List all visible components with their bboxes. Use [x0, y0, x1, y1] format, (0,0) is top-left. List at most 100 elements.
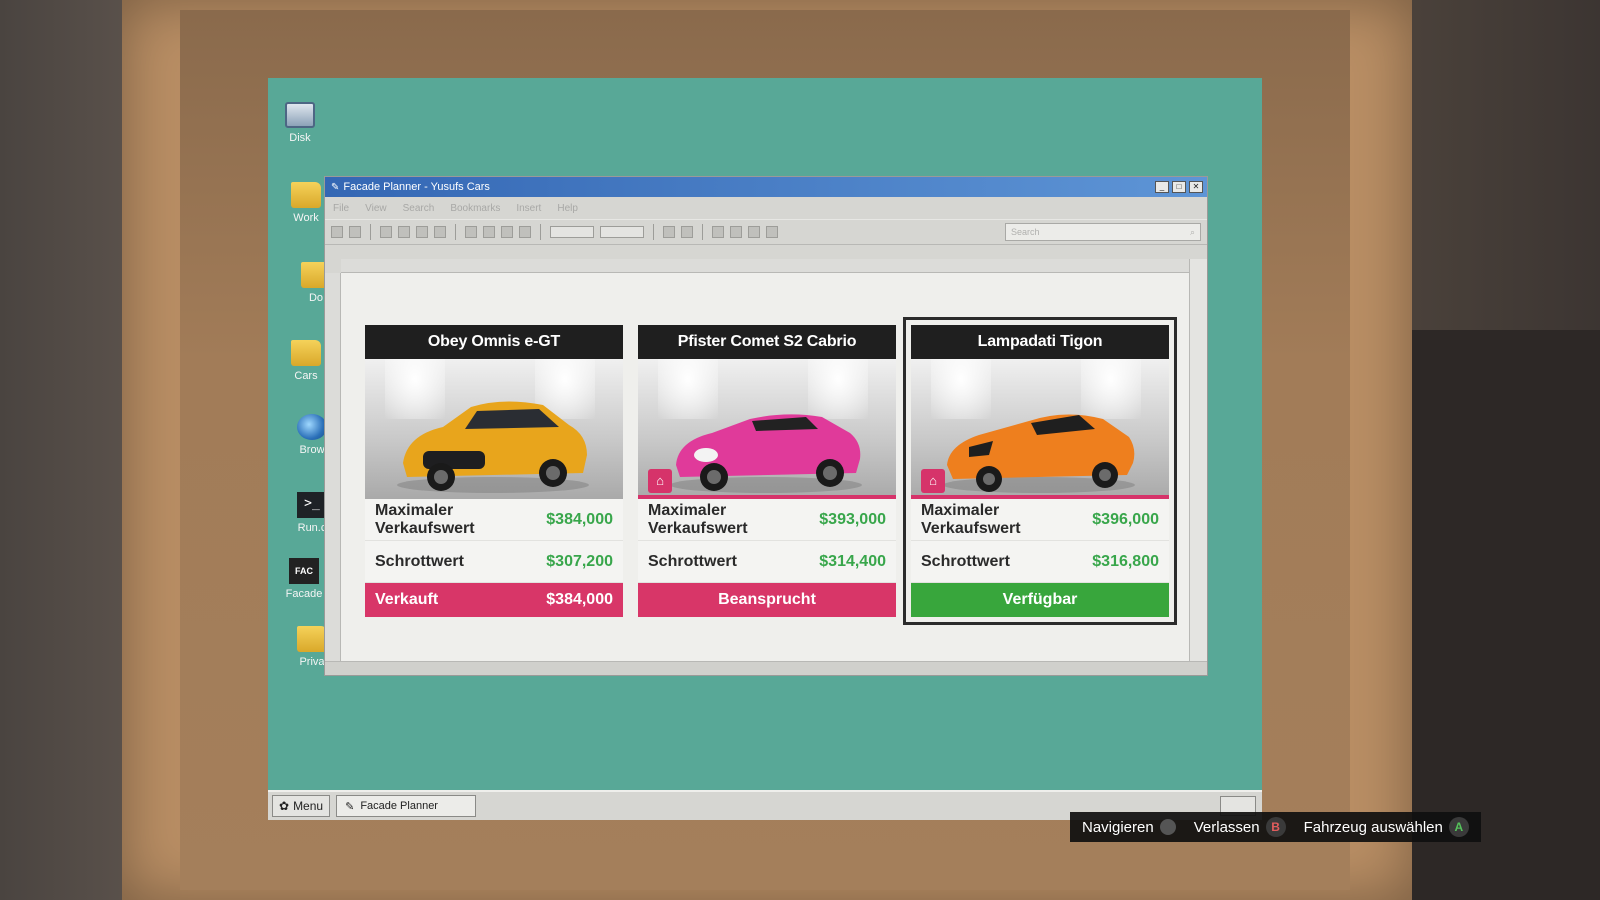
terminal-icon: >_ — [297, 492, 327, 518]
format-icon[interactable] — [434, 226, 446, 238]
columns-icon[interactable] — [483, 226, 495, 238]
new-file-icon[interactable] — [331, 226, 343, 238]
vehicle-card-tigon[interactable]: Lampadati Tigon ⌂ Maximaler Verkaufswert… — [903, 317, 1177, 625]
max-sell-value: $384,000 — [546, 510, 613, 528]
car-illustration — [397, 401, 589, 493]
status-label: Verkauft — [375, 591, 439, 608]
scrap-label: Schrottwert — [648, 552, 737, 570]
link-icon[interactable] — [519, 226, 531, 238]
hint-select-label: Fahrzeug auswählen — [1303, 818, 1443, 836]
menu-bookmarks[interactable]: Bookmarks — [450, 203, 500, 214]
menu-file[interactable]: File — [333, 203, 349, 214]
taskbar-app-facade-planner[interactable]: ✎ Facade Planner — [336, 795, 477, 817]
align-center-icon[interactable] — [730, 226, 742, 238]
facade-icon: FAC — [289, 558, 319, 584]
save-icon[interactable] — [349, 226, 361, 238]
max-sell-label: Maximaler Verkaufswert — [648, 501, 748, 537]
minimize-button[interactable]: _ — [1155, 181, 1169, 193]
desktop-icon-disk[interactable]: Disk — [270, 102, 330, 144]
scrap-row: Schrottwert $316,800 — [911, 541, 1169, 583]
desktop-icon-label: Work — [293, 212, 319, 224]
car-illustration — [670, 414, 862, 493]
italic-icon[interactable] — [681, 226, 693, 238]
vehicle-image — [365, 359, 623, 499]
window-title: Facade Planner - Yusufs Cars — [343, 181, 490, 193]
status-bar: Beansprucht — [638, 583, 896, 617]
cut-icon[interactable] — [380, 226, 392, 238]
menu-icon: ✿ — [279, 799, 290, 813]
vehicle-card-omnis[interactable]: Obey Omnis e-GT Maximaler Verkaufswert $… — [365, 325, 623, 617]
app-icon: ✎ — [331, 181, 340, 193]
start-menu-button[interactable]: ✿ Menu — [272, 795, 331, 817]
menu-insert[interactable]: Insert — [516, 203, 541, 214]
copy-icon[interactable] — [398, 226, 410, 238]
font-dropdown[interactable] — [600, 226, 644, 238]
search-input[interactable]: Search ⌕ — [1005, 223, 1201, 241]
scrap-value: $314,400 — [819, 552, 886, 570]
vertical-scrollbar[interactable] — [1189, 259, 1207, 663]
bold-icon[interactable] — [663, 226, 675, 238]
menu-search[interactable]: Search — [403, 203, 435, 214]
disk-icon — [285, 102, 315, 128]
max-sell-row: Maximaler Verkaufswert $384,000 — [365, 499, 623, 541]
vehicle-name: Pfister Comet S2 Cabrio — [638, 325, 896, 359]
globe-icon — [297, 414, 327, 440]
horizontal-ruler — [341, 259, 1189, 273]
scrap-row: Schrottwert $314,400 — [638, 541, 896, 583]
controller-hints: Navigieren Verlassen B Fahrzeug auswähle… — [1070, 812, 1481, 842]
start-menu-label: Menu — [293, 799, 324, 813]
desktop-icon-label: Do — [308, 292, 324, 304]
vehicle-name: Obey Omnis e-GT — [365, 325, 623, 359]
vehicle-image: ⌂ — [911, 359, 1169, 499]
search-placeholder: Search — [1011, 227, 1040, 237]
hint-leave[interactable]: Verlassen B — [1194, 817, 1286, 837]
max-sell-value: $396,000 — [1092, 510, 1159, 528]
window-statusbar — [325, 661, 1207, 675]
max-sell-value: $393,000 — [819, 510, 886, 528]
menu-view[interactable]: View — [365, 203, 387, 214]
folder-icon — [297, 626, 327, 652]
room-background-left — [0, 0, 130, 900]
style-dropdown[interactable] — [550, 226, 594, 238]
toolbar-separator — [702, 224, 703, 240]
align-right-icon[interactable] — [748, 226, 760, 238]
close-button[interactable]: ✕ — [1189, 181, 1203, 193]
garage-icon: ⌂ — [921, 469, 945, 493]
app-icon: ✎ — [345, 800, 355, 813]
status-label: Verfügbar — [1002, 591, 1078, 608]
vehicle-card-comet[interactable]: Pfister Comet S2 Cabrio ⌂ Maximaler Verk… — [638, 325, 896, 617]
paste-icon[interactable] — [416, 226, 428, 238]
max-sell-label: Maximaler Verkaufswert — [375, 501, 475, 537]
scrap-value: $307,200 — [546, 552, 613, 570]
max-sell-label: Maximaler Verkaufswert — [921, 501, 1021, 537]
car-illustration — [943, 414, 1135, 493]
toolbar: Search ⌕ — [325, 219, 1207, 245]
desktop-icon-label: Brow — [299, 444, 325, 456]
b-button-icon: B — [1265, 817, 1286, 837]
vehicle-image: ⌂ — [638, 359, 896, 499]
toolbar-separator — [455, 224, 456, 240]
left-stick-icon — [1159, 819, 1176, 835]
scrap-row: Schrottwert $307,200 — [365, 541, 623, 583]
hint-select-vehicle[interactable]: Fahrzeug auswählen A — [1304, 817, 1469, 837]
facade-planner-window: ✎ Facade Planner - Yusufs Cars _ □ ✕ Fil… — [324, 176, 1208, 676]
desktop-icon-label: Facade — [285, 588, 323, 600]
menu-help[interactable]: Help — [557, 203, 578, 214]
window-titlebar[interactable]: ✎ Facade Planner - Yusufs Cars _ □ ✕ — [325, 177, 1207, 197]
claimed-indicator-bar — [911, 495, 1169, 499]
desktop-icon-label: Disk — [289, 132, 311, 144]
align-left-icon[interactable] — [712, 226, 724, 238]
folder-icon — [291, 340, 321, 366]
table-icon[interactable] — [465, 226, 477, 238]
toolbar-separator — [370, 224, 371, 240]
desktop-icon-label: Cars — [294, 370, 318, 382]
maximize-button[interactable]: □ — [1172, 181, 1186, 193]
list-icon[interactable] — [766, 226, 778, 238]
folder-icon — [291, 182, 321, 208]
status-bar[interactable]: Verfügbar — [911, 583, 1169, 617]
search-icon[interactable]: ⌕ — [1190, 227, 1195, 237]
image-icon[interactable] — [501, 226, 513, 238]
max-sell-row: Maximaler Verkaufswert $393,000 — [638, 499, 896, 541]
desktop-icon-label: Priva — [299, 656, 325, 668]
max-sell-row: Maximaler Verkaufswert $396,000 — [911, 499, 1169, 541]
